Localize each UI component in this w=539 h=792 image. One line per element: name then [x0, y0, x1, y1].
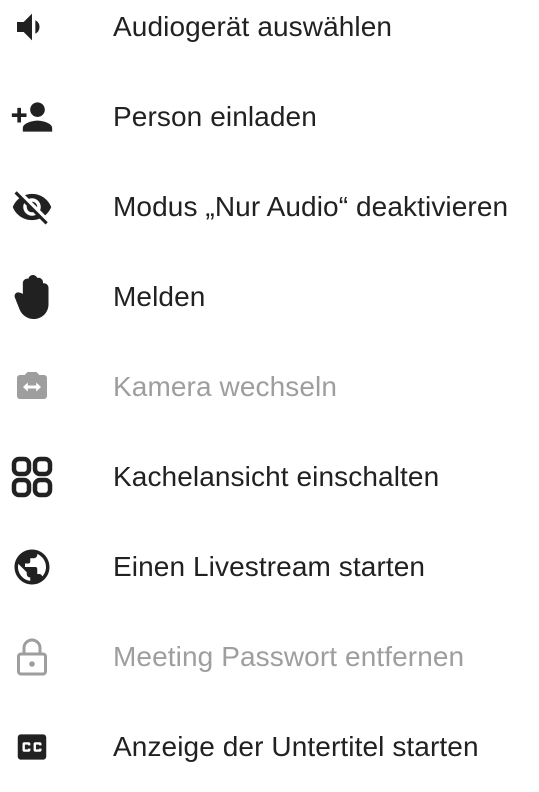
menu-item-tile-view[interactable]: Kachelansicht einschalten [0, 432, 539, 522]
tile-view-icon [8, 453, 56, 501]
menu-item-label: Kachelansicht einschalten [113, 461, 440, 492]
menu-item-label: Melden [113, 281, 206, 312]
menu-item-label: Anzeige der Untertitel starten [113, 731, 479, 762]
menu-item-invite-person[interactable]: Person einladen [0, 72, 539, 162]
menu-item-switch-camera[interactable]: Kamera wechseln [0, 342, 539, 432]
lock-icon [8, 633, 56, 681]
menu-item-livestream[interactable]: Einen Livestream starten [0, 522, 539, 612]
menu-item-label: Meeting Passwort entfernen [113, 641, 465, 672]
raise-hand-icon [8, 273, 56, 321]
menu-item-closed-captions[interactable]: Anzeige der Untertitel starten [0, 702, 539, 792]
switch-camera-icon [8, 363, 56, 411]
menu-item-remove-password[interactable]: Meeting Passwort entfernen [0, 612, 539, 702]
volume-icon [8, 3, 56, 51]
menu-item-label: Person einladen [113, 101, 317, 132]
visibility-off-icon [8, 183, 56, 231]
menu-item-label: Modus „Nur Audio“ deaktivieren [113, 191, 509, 222]
menu-item-label: Einen Livestream starten [113, 551, 426, 582]
overflow-menu: Audiogerät auswählen Person einladen Mod… [0, 0, 539, 764]
add-person-icon [8, 93, 56, 141]
menu-item-raise-hand[interactable]: Melden [0, 252, 539, 342]
menu-item-audio-only-mode[interactable]: Modus „Nur Audio“ deaktivieren [0, 162, 539, 252]
menu-item-audio-device[interactable]: Audiogerät auswählen [0, 0, 539, 72]
menu-item-label: Audiogerät auswählen [113, 11, 393, 42]
menu-item-label: Kamera wechseln [113, 371, 338, 402]
globe-icon [8, 543, 56, 591]
